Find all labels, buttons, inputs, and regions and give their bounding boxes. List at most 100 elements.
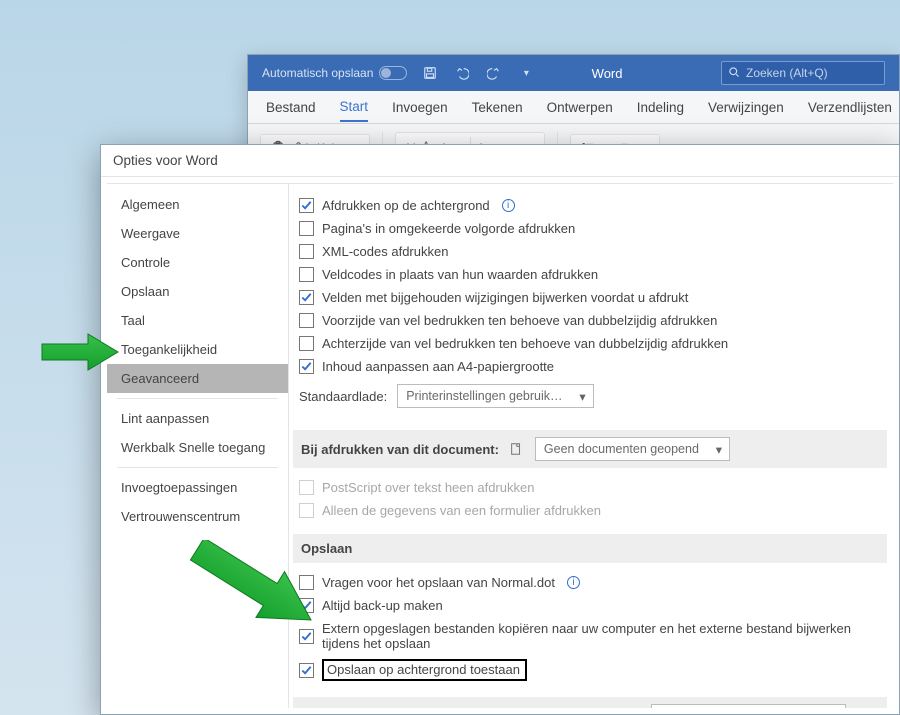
sidebar-item-opslaan[interactable]: Opslaan	[107, 277, 288, 306]
content-inner: Afdrukken op de achtergrond i Pagina's in …	[293, 194, 887, 708]
checkbox-row[interactable]: XML-codes afdrukken	[297, 240, 887, 263]
default-tray-dropdown[interactable]: Printerinstellingen gebruik… ▾	[397, 384, 593, 408]
dialog-title: Opties voor Word	[101, 145, 899, 177]
checkbox[interactable]	[299, 629, 314, 644]
search-box[interactable]: Zoeken (Alt+Q)	[721, 61, 885, 85]
quality-document-dropdown[interactable]: Geen documenten geopend ▾	[651, 704, 846, 708]
checkbox[interactable]	[299, 221, 314, 236]
checkbox-row[interactable]: Altijd back-up maken	[297, 594, 887, 617]
checkbox-label: Inhoud aanpassen aan A4-papiergrootte	[322, 359, 554, 374]
print-advanced-group: Afdrukken op de achtergrond i Pagina's in …	[297, 194, 887, 378]
checkbox-row[interactable]: Vragen voor het opslaan van Normal.dot i	[297, 571, 887, 594]
checkbox-row: Alleen de gegevens van een formulier afd…	[297, 499, 887, 522]
checkbox-row[interactable]: Voorzijde van vel bedrukken ten behoeve …	[297, 309, 887, 332]
tab-ontwerpen[interactable]: Ontwerpen	[547, 94, 613, 121]
checkbox-row[interactable]: Veldcodes in plaats van hun waarden afdr…	[297, 263, 887, 286]
checkbox-row[interactable]: Afdrukken op de achtergrond i	[297, 194, 887, 217]
checkbox[interactable]	[299, 575, 314, 590]
checkbox	[299, 503, 314, 518]
app-title: Word	[592, 66, 623, 81]
print-document-value: Geen documenten geopend	[536, 442, 709, 456]
tab-tekenen[interactable]: Tekenen	[472, 94, 523, 121]
print-document-dropdown[interactable]: Geen documenten geopend ▾	[535, 437, 730, 461]
checkbox[interactable]	[299, 359, 314, 374]
save-icon[interactable]	[421, 64, 439, 82]
qat-dropdown-icon[interactable]: ▾	[517, 64, 535, 82]
checkbox[interactable]	[299, 198, 314, 213]
default-tray-label: Standaardlade:	[299, 389, 387, 404]
word-options-dialog: Opties voor Word Algemeen Weergave Contr…	[100, 144, 900, 715]
sidebar-item-qat[interactable]: Werkbalk Snelle toegang	[107, 433, 288, 462]
word-titlebar: Automatisch opslaan ▾ Word Zoeken (Alt+Q…	[248, 55, 899, 91]
autosave-label: Automatisch opslaan	[262, 66, 373, 80]
checkbox-row[interactable]: Inhoud aanpassen aan A4-papiergrootte	[297, 355, 887, 378]
checkbox[interactable]	[299, 663, 314, 678]
checkbox-label: Opslaan op achtergrond toestaan	[322, 659, 527, 681]
document-icon	[509, 442, 523, 456]
dialog-body: Algemeen Weergave Controle Opslaan Taal …	[107, 183, 893, 708]
checkbox-row[interactable]: Opslaan op achtergrond toestaan	[297, 655, 887, 685]
checkbox-row[interactable]: Pagina's in omgekeerde volgorde afdrukke…	[297, 217, 887, 240]
checkbox-row[interactable]: Velden met bijgehouden wijzigingen bijwe…	[297, 286, 887, 309]
search-placeholder: Zoeken (Alt+Q)	[746, 66, 828, 80]
checkbox-label: Achterzijde van vel bedrukken ten behoev…	[322, 336, 728, 351]
checkbox-label: Alleen de gegevens van een formulier afd…	[322, 503, 601, 518]
checkbox[interactable]	[299, 313, 314, 328]
tab-invoegen[interactable]: Invoegen	[392, 94, 448, 121]
section-title: Bij afdrukken van dit document:	[301, 442, 499, 457]
sidebar-item-controle[interactable]: Controle	[107, 248, 288, 277]
ribbon-tabs: Bestand Start Invoegen Tekenen Ontwerpen…	[248, 91, 899, 124]
checkbox[interactable]	[299, 244, 314, 259]
save-group: Vragen voor het opslaan van Normal.dot i A…	[297, 571, 887, 685]
tab-start[interactable]: Start	[340, 93, 369, 122]
options-sidebar: Algemeen Weergave Controle Opslaan Taal …	[107, 184, 289, 708]
sidebar-item-geavanceerd[interactable]: Geavanceerd	[107, 364, 288, 393]
checkbox-row: PostScript over tekst heen afdrukken	[297, 476, 887, 499]
checkbox	[299, 480, 314, 495]
autosave-toggle[interactable]: Automatisch opslaan	[262, 66, 407, 80]
info-icon[interactable]: i	[567, 576, 580, 589]
checkbox-label: Extern opgeslagen bestanden kopiëren naa…	[322, 621, 885, 651]
sidebar-item-algemeen[interactable]: Algemeen	[107, 190, 288, 219]
checkbox-label: Voorzijde van vel bedrukken ten behoeve …	[322, 313, 717, 328]
section-bar-print-document: Bij afdrukken van dit document: Geen doc…	[293, 430, 887, 468]
chevron-down-icon: ▾	[709, 442, 729, 457]
tab-verzendlijsten[interactable]: Verzendlijsten	[808, 94, 892, 121]
sidebar-item-weergave[interactable]: Weergave	[107, 219, 288, 248]
section-title: Opslaan	[301, 541, 352, 556]
default-tray-value: Printerinstellingen gebruik…	[398, 389, 572, 403]
sidebar-separator	[117, 467, 278, 468]
search-icon	[722, 66, 746, 81]
checkbox-label: Pagina's in omgekeerde volgorde afdrukke…	[322, 221, 575, 236]
section-bar-opslaan: Opslaan	[293, 534, 887, 563]
default-tray-row: Standaardlade: Printerinstellingen gebru…	[297, 378, 887, 418]
sidebar-item-addins[interactable]: Invoegtoepassingen	[107, 473, 288, 502]
sidebar-item-taal[interactable]: Taal	[107, 306, 288, 335]
checkbox-row[interactable]: Extern opgeslagen bestanden kopiëren naa…	[297, 617, 887, 655]
sidebar-separator	[117, 398, 278, 399]
tab-verwijzingen[interactable]: Verwijzingen	[708, 94, 784, 121]
undo-icon[interactable]	[453, 64, 471, 82]
redo-icon[interactable]	[485, 64, 503, 82]
checkbox[interactable]	[299, 267, 314, 282]
chevron-down-icon: ▾	[573, 389, 593, 404]
info-icon[interactable]: i	[502, 199, 515, 212]
tab-indeling[interactable]: Indeling	[637, 94, 684, 121]
checkbox-label: Veldcodes in plaats van hun waarden afdr…	[322, 267, 598, 282]
checkbox-label: XML-codes afdrukken	[322, 244, 448, 259]
options-content[interactable]: Afdrukken op de achtergrond i Pagina's in …	[289, 184, 893, 708]
sidebar-item-lint[interactable]: Lint aanpassen	[107, 404, 288, 433]
checkbox-row[interactable]: Achterzijde van vel bedrukken ten behoev…	[297, 332, 887, 355]
checkbox-label: Vragen voor het opslaan van Normal.dot	[322, 575, 555, 590]
checkbox[interactable]	[299, 598, 314, 613]
tab-bestand[interactable]: Bestand	[266, 94, 316, 121]
toggle-off-icon	[379, 66, 407, 80]
sidebar-item-trust[interactable]: Vertrouwenscentrum	[107, 502, 288, 531]
checkbox-label: Afdrukken op de achtergrond	[322, 198, 490, 213]
checkbox[interactable]	[299, 290, 314, 305]
checkbox[interactable]	[299, 336, 314, 351]
checkbox-label: Altijd back-up maken	[322, 598, 443, 613]
sidebar-item-toegankelijkheid[interactable]: Toegankelijkheid	[107, 335, 288, 364]
print-document-group: PostScript over tekst heen afdrukken Alle…	[297, 476, 887, 522]
checkbox-label: Velden met bijgehouden wijzigingen bijwe…	[322, 290, 688, 305]
